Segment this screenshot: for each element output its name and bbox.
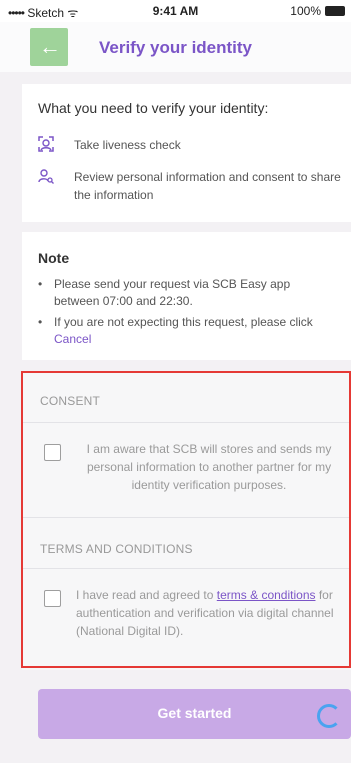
terms-checkbox[interactable] (44, 590, 61, 607)
page-title: Verify your identity (98, 38, 253, 57)
terms-link[interactable]: terms & conditions (217, 588, 316, 602)
liveness-icon (38, 136, 54, 152)
bullet-icon: • (38, 315, 43, 329)
status-bar: ••••• Sketch ᯤ 9:41 AM 100% (0, 0, 351, 22)
battery-icon (325, 6, 345, 16)
verify-item-text: Take liveness check (74, 138, 181, 152)
note-text: Please send your request via SCB Easy ap… (54, 277, 291, 308)
note-text-before-link: If you are not expecting this request, p… (54, 315, 313, 329)
divider (22, 422, 351, 423)
note-text: If you are not expecting this request, p… (54, 314, 324, 348)
loading-spinner-icon (317, 704, 341, 728)
get-started-button[interactable]: Get started (38, 689, 351, 739)
verify-requirements-card: What you need to verify your identity: T… (22, 84, 351, 222)
battery-percentage: 100% (290, 4, 321, 18)
terms-text: I have read and agreed to terms & condit… (76, 586, 342, 640)
consent-text: I am aware that SCB will stores and send… (86, 442, 332, 492)
consent-section-title: CONSENT (40, 394, 101, 408)
terms-section-title: TERMS AND CONDITIONS (40, 542, 193, 556)
note-heading: Note (38, 250, 70, 266)
terms-text-before-link: I have read and agreed to (76, 588, 217, 602)
person-search-icon (38, 169, 54, 184)
cancel-link[interactable]: Cancel (54, 332, 91, 346)
verify-heading: What you need to verify your identity: (38, 100, 269, 116)
divider (22, 517, 351, 518)
consent-checkbox[interactable] (44, 444, 61, 461)
divider (22, 568, 351, 569)
note-card: Note • Please send your request via SCB … (22, 232, 351, 360)
consent-terms-card: CONSENT I am aware that SCB will stores … (22, 372, 351, 670)
get-started-label: Get started (157, 705, 232, 721)
bullet-icon: • (38, 277, 43, 291)
verify-item-text: Review personal information and consent … (74, 170, 341, 202)
